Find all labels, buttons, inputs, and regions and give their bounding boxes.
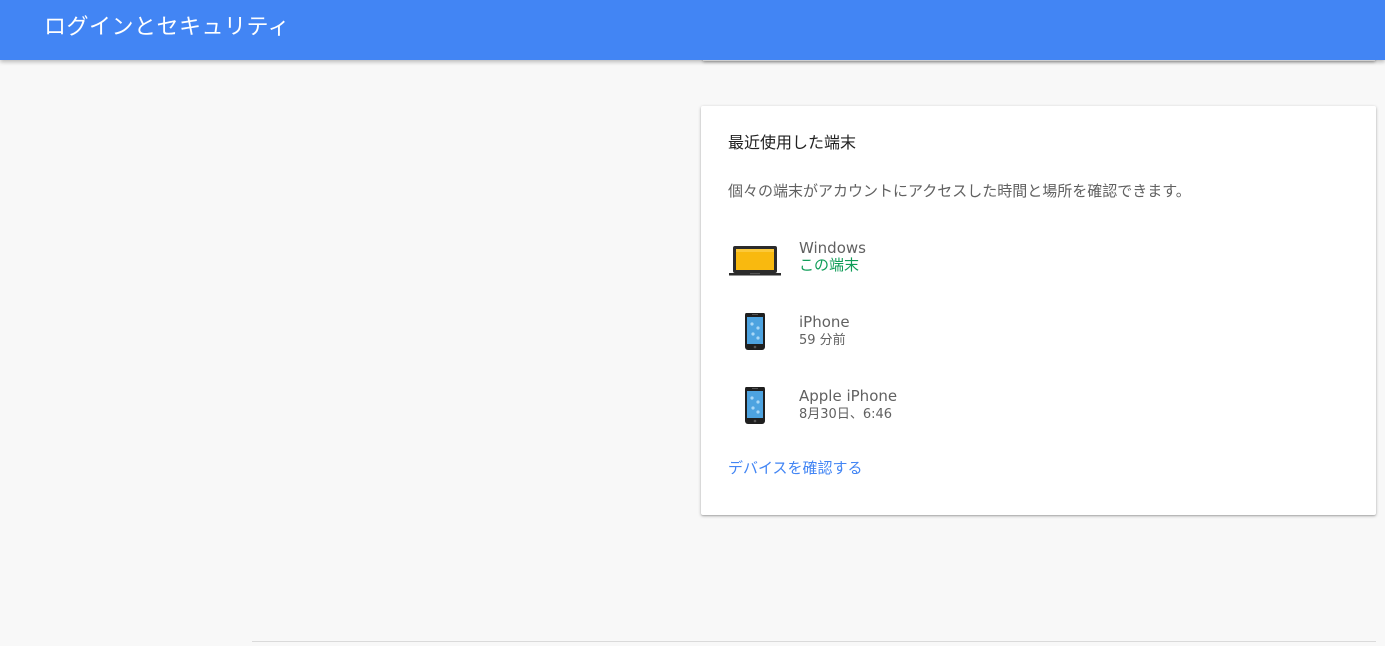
recent-devices-card: 最近使用した端末 個々の端末がアカウントにアクセスした時間と場所を確認できます。… bbox=[701, 106, 1376, 515]
card-description: 個々の端末がアカウントにアクセスした時間と場所を確認できます。 bbox=[728, 182, 1191, 200]
smartphone-icon bbox=[728, 387, 784, 431]
smartphone-icon bbox=[728, 313, 784, 357]
device-last-active: 8月30日、6:46 bbox=[799, 407, 893, 422]
device-last-active: 59 分前 bbox=[799, 333, 846, 348]
device-item-windows[interactable]: Windows この端末 bbox=[728, 239, 1348, 289]
device-name: Apple iPhone bbox=[799, 387, 898, 405]
app-window: ログインとセキュリティ 最近使用した端末 個々の端末がアカウントにアクセスした時… bbox=[0, 0, 1385, 646]
app-header: ログインとセキュリティ bbox=[0, 0, 1385, 60]
review-devices-link[interactable]: デバイスを確認する bbox=[728, 457, 863, 479]
device-item-apple-iphone[interactable]: Apple iPhone 8月30日、6:46 bbox=[728, 387, 1348, 437]
page-title: ログインとセキュリティ bbox=[44, 15, 291, 40]
current-device-label: この端末 bbox=[799, 256, 860, 274]
card-title: 最近使用した端末 bbox=[728, 133, 857, 152]
device-name: iPhone bbox=[799, 313, 850, 331]
divider bbox=[252, 641, 1376, 642]
device-item-iphone[interactable]: iPhone 59 分前 bbox=[728, 313, 1348, 363]
laptop-icon bbox=[728, 239, 784, 283]
